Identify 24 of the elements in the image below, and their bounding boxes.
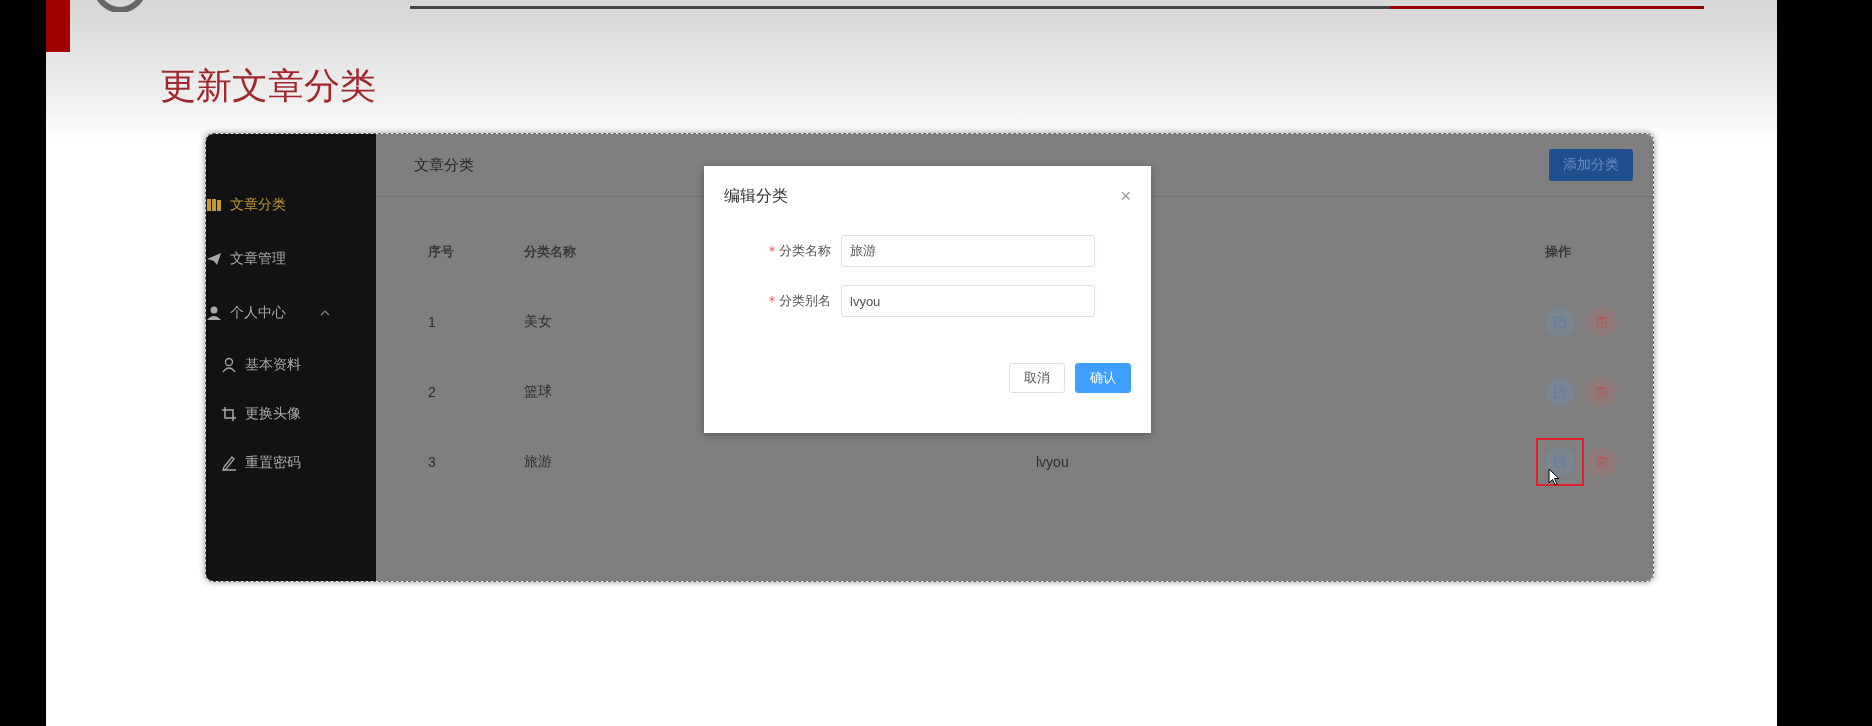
sidebar-item[interactable]: 重置密码 [206, 438, 376, 487]
sidebar-item[interactable]: 文章分类 [206, 178, 376, 232]
column-header: 操作 [1545, 243, 1571, 261]
input-field[interactable]: 旅游 [841, 235, 1095, 267]
sidebar-item[interactable]: 更换头像 [206, 389, 376, 438]
sidebar-item[interactable]: 文章管理 [206, 232, 376, 286]
table-cell: 2 [428, 384, 436, 400]
field-label: 分类别名 [779, 293, 831, 308]
dialog-title: 编辑分类 [724, 186, 788, 206]
cancel-button[interactable]: 取消 [1009, 363, 1065, 393]
field-label: 分类名称 [779, 243, 831, 258]
table-cell: 3 [428, 454, 436, 470]
slide-title: 更新文章分类 [160, 64, 376, 108]
page-title: 文章分类 [414, 155, 474, 175]
column-header: 分类名称 [524, 243, 576, 261]
sidebar-item[interactable]: 个人中心 [206, 286, 376, 340]
table-cell: 1 [428, 314, 436, 330]
table-cell: lvyou [1036, 454, 1069, 470]
table-cell: 篮球 [524, 383, 552, 401]
table-cell: 旅游 [524, 453, 552, 471]
sidebar-item[interactable]: 基本资料 [206, 340, 376, 389]
column-header: 序号 [428, 243, 454, 261]
input-field[interactable]: lvyou [841, 285, 1095, 317]
table-cell: 美女 [524, 313, 552, 331]
